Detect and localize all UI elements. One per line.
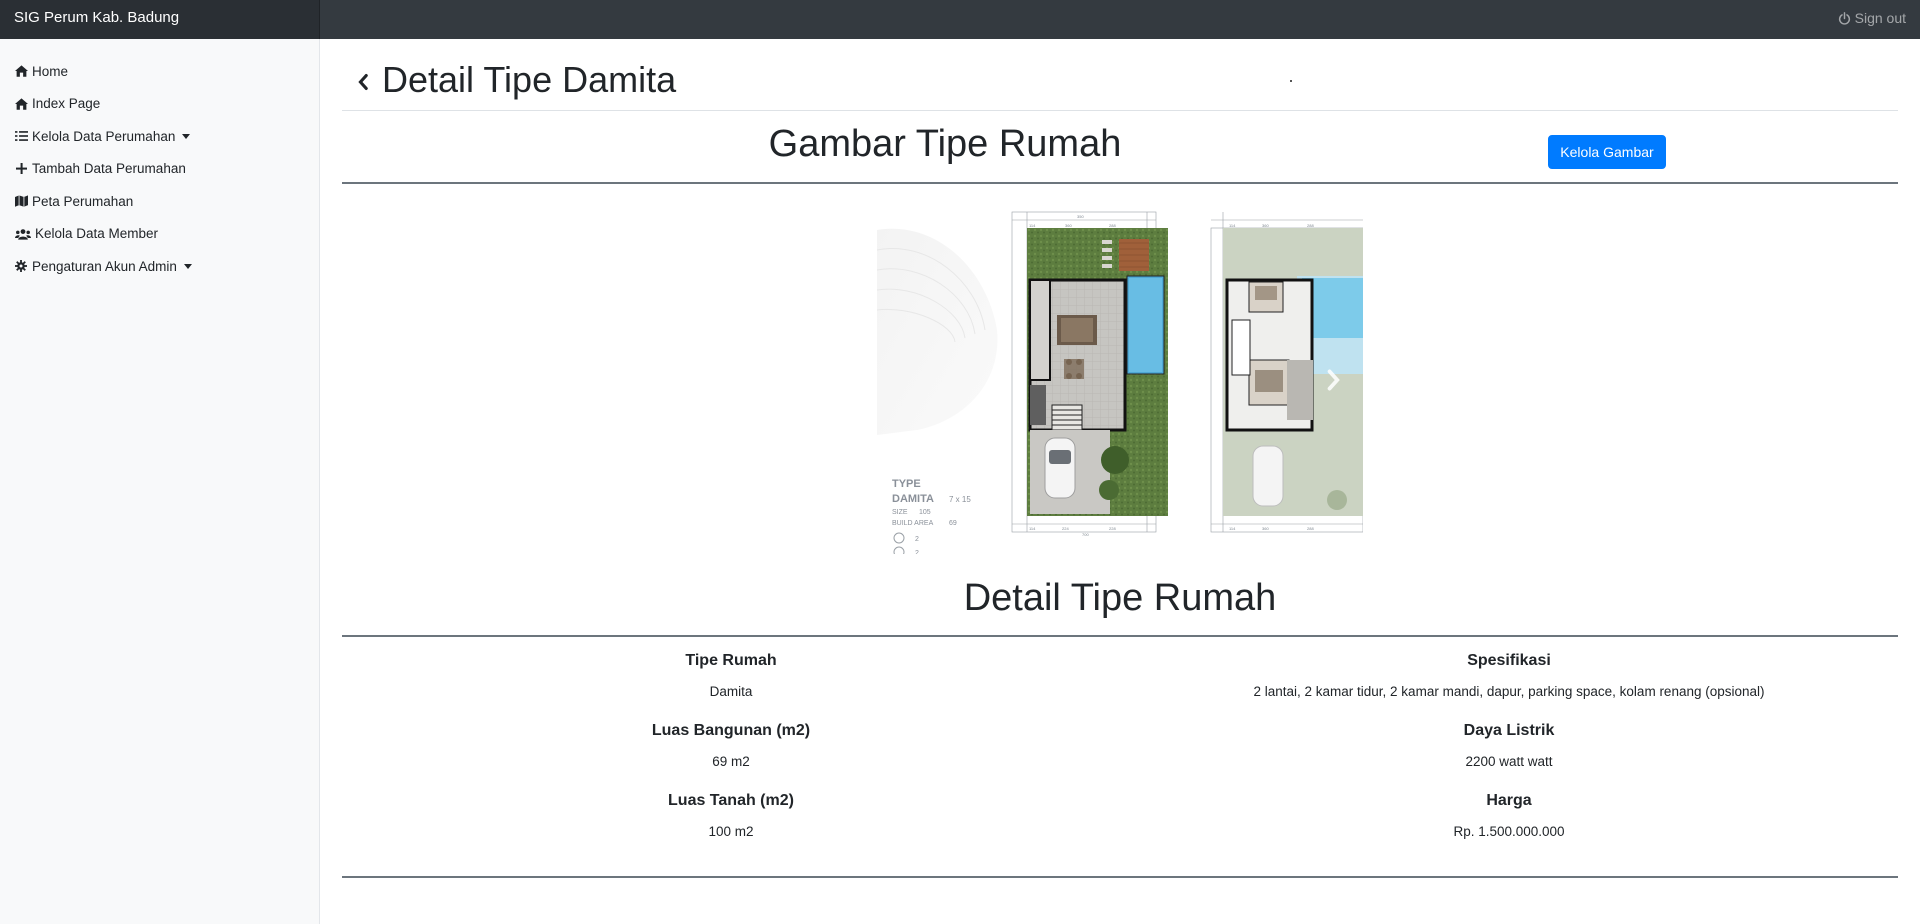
spesifikasi-cell: Spesifikasi 2 lantai, 2 kamar tidur, 2 k… xyxy=(1120,649,1898,702)
chevron-left-icon[interactable] xyxy=(356,73,370,91)
sidebar-item-label: Kelola Data Member xyxy=(35,226,159,242)
detail-title: Detail Tipe Rumah xyxy=(342,577,1898,637)
svg-text:114: 114 xyxy=(1229,223,1236,228)
tipe-rumah-value: Damita xyxy=(709,684,753,699)
svg-text:114: 114 xyxy=(1029,526,1036,531)
map-icon xyxy=(14,194,28,208)
spesifikasi-value: 2 lantai, 2 kamar tidur, 2 kamar mandi, … xyxy=(1253,684,1765,699)
svg-text:700: 700 xyxy=(1082,532,1089,537)
sign-out-label: Sign out xyxy=(1854,10,1906,26)
luas-bangunan-cell: Luas Bangunan (m2) 69 m2 xyxy=(342,719,1120,772)
luas-bangunan-label: Luas Bangunan (m2) xyxy=(651,722,811,739)
luas-tanah-cell: Luas Tanah (m2) 100 m2 xyxy=(342,789,1120,842)
sidebar-item-pengaturan-akun-admin[interactable]: Pengaturan Akun Admin xyxy=(0,250,319,283)
page-header: Detail Tipe Damita xyxy=(342,53,1898,111)
floorplan-bedrooms: 2 xyxy=(915,536,919,543)
luas-bangunan-value: 69 m2 xyxy=(712,754,750,769)
floorplan-build-area-label: BUILD AREA xyxy=(892,520,934,527)
harga-cell: Harga Rp. 1.500.000.000 xyxy=(1120,789,1898,842)
stray-dot xyxy=(1290,80,1292,82)
users-icon xyxy=(14,227,31,241)
gear-icon xyxy=(14,259,28,273)
harga-label: Harga xyxy=(1486,792,1532,809)
bottom-divider xyxy=(342,876,1898,878)
luas-tanah-value: 100 m2 xyxy=(708,824,754,839)
home-icon xyxy=(14,97,28,111)
svg-text:288: 288 xyxy=(1307,223,1314,228)
sidebar-item-label: Pengaturan Akun Admin xyxy=(32,258,177,274)
floorplan-build-area-value: 69 xyxy=(949,520,957,527)
svg-text:360: 360 xyxy=(1262,526,1269,531)
floorplan-type-name: DAMITA xyxy=(892,493,934,505)
tipe-rumah-cell: Tipe Rumah Damita xyxy=(342,649,1120,702)
sidebar-item-label: Tambah Data Perumahan xyxy=(32,161,186,177)
floorplan-carousel[interactable]: 350 114 360 288 114 224 228 700 TYPE DAM… xyxy=(877,210,1363,554)
svg-text:350: 350 xyxy=(1077,214,1084,219)
daya-listrik-label: Daya Listrik xyxy=(1463,722,1555,739)
svg-text:360: 360 xyxy=(1065,223,1072,228)
harga-value: Rp. 1.500.000.000 xyxy=(1453,824,1565,839)
gallery-header: Gambar Tipe Rumah Kelola Gambar xyxy=(342,111,1898,184)
daya-listrik-value: 2200 watt watt xyxy=(1465,754,1553,769)
svg-text:288: 288 xyxy=(1109,223,1116,228)
brand-title[interactable]: SIG Perum Kab. Badung xyxy=(0,0,320,39)
floorplan-type-label: TYPE xyxy=(892,478,921,490)
spesifikasi-label: Spesifikasi xyxy=(1467,652,1551,669)
sidebar-item-kelola-data-perumahan[interactable]: Kelola Data Perumahan xyxy=(0,120,319,153)
main-content: Detail Tipe Damita Gambar Tipe Rumah Kel… xyxy=(342,39,1898,924)
chevron-right-icon[interactable] xyxy=(1323,368,1343,392)
sidebar-item-tambah-data-perumahan[interactable]: Tambah Data Perumahan xyxy=(0,153,319,186)
floorplan-dimension: 7 x 15 xyxy=(949,495,971,504)
svg-text:224: 224 xyxy=(1062,526,1069,531)
daya-listrik-cell: Daya Listrik 2200 watt watt xyxy=(1120,719,1898,772)
sidebar-item-label: Kelola Data Perumahan xyxy=(32,128,176,144)
floorplan-image: 350 114 360 288 114 224 228 700 TYPE DAMIT… xyxy=(877,210,1363,554)
list-icon xyxy=(14,129,28,143)
sign-out-link[interactable]: Sign out xyxy=(1838,0,1906,36)
floorplan-size-value: 105 xyxy=(919,509,931,516)
chevron-down-icon xyxy=(182,133,191,139)
sidebar-item-home[interactable]: Home xyxy=(0,55,319,88)
svg-text:114: 114 xyxy=(1029,223,1036,228)
floorplan-size-label: SIZE xyxy=(892,509,908,516)
sidebar-item-label: Home xyxy=(32,63,69,79)
sidebar: Home Index Page Kelola Data Perumahan Ta… xyxy=(0,39,320,924)
sidebar-item-index-page[interactable]: Index Page xyxy=(0,88,319,121)
kelola-gambar-button[interactable]: Kelola Gambar xyxy=(1548,135,1666,169)
power-icon xyxy=(1838,11,1850,25)
chevron-down-icon xyxy=(183,263,192,269)
tipe-rumah-label: Tipe Rumah xyxy=(685,652,777,669)
svg-text:288: 288 xyxy=(1307,526,1314,531)
sidebar-item-label: Peta Perumahan xyxy=(32,193,134,209)
sidebar-item-kelola-data-member[interactable]: Kelola Data Member xyxy=(0,218,319,251)
svg-text:114: 114 xyxy=(1229,526,1236,531)
sidebar-item-label: Index Page xyxy=(32,96,101,112)
sidebar-item-peta-perumahan[interactable]: Peta Perumahan xyxy=(0,185,319,218)
top-navbar: SIG Perum Kab. Badung Sign out xyxy=(0,0,1920,39)
page-title: Detail Tipe Damita xyxy=(382,59,677,100)
plus-icon xyxy=(14,162,28,176)
svg-text:228: 228 xyxy=(1109,526,1116,531)
gallery-title: Gambar Tipe Rumah xyxy=(768,123,1122,165)
luas-tanah-label: Luas Tanah (m2) xyxy=(668,792,794,809)
floorplan-bathrooms: 2 xyxy=(915,550,919,554)
home-icon xyxy=(14,64,28,78)
svg-text:360: 360 xyxy=(1262,223,1269,228)
